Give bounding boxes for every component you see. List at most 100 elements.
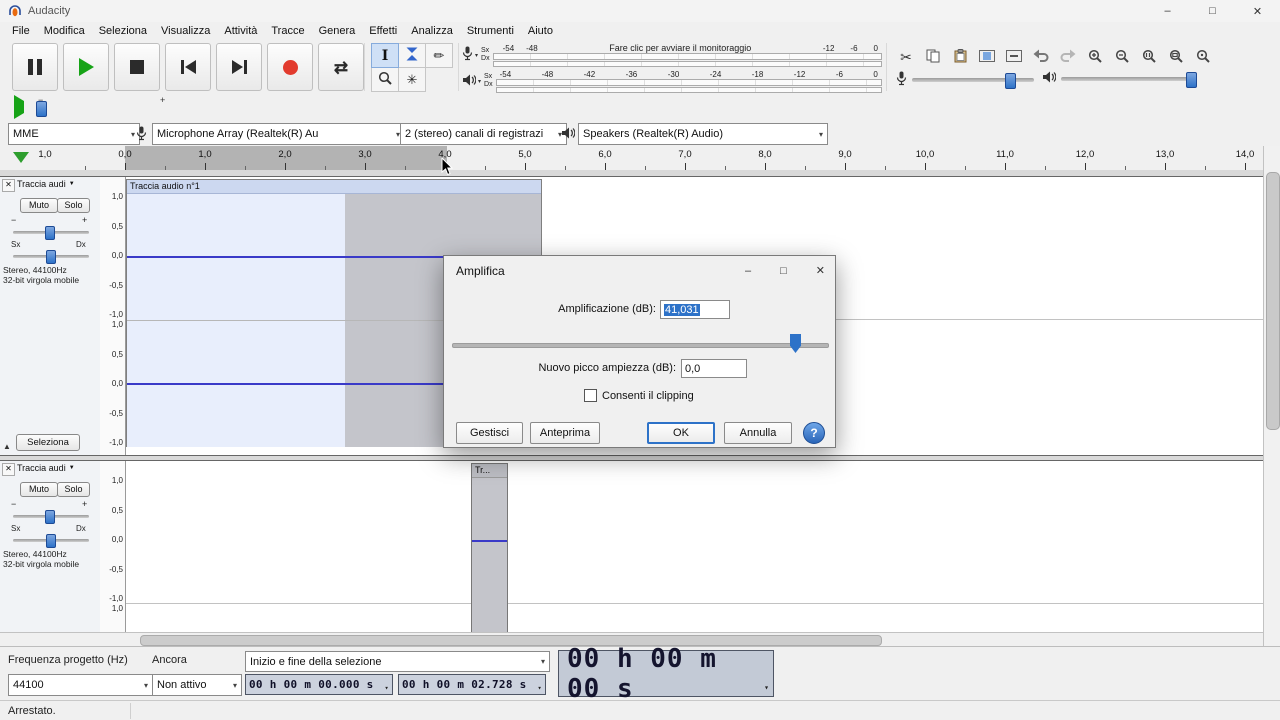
menu-item[interactable]: Strumenti (460, 25, 521, 37)
close-button[interactable]: ✕ (1235, 0, 1280, 22)
menu-item[interactable]: Attività (217, 25, 264, 37)
slider-groove[interactable] (1061, 77, 1194, 81)
trim-outside-selection-button[interactable] (974, 45, 1000, 69)
track-2-name[interactable]: Traccia audi▼ (17, 463, 75, 473)
slider-groove[interactable] (912, 78, 1034, 82)
track-menu-arrow-icon[interactable]: ▼ (69, 181, 75, 187)
close-track-icon[interactable]: ✕ (2, 179, 15, 192)
clip-title[interactable]: Traccia audio n°1 (127, 180, 541, 194)
close-track-icon[interactable]: ✕ (2, 463, 15, 476)
zoom-fit-project-button[interactable] (1163, 45, 1189, 69)
chevron-down-icon[interactable]: ▾ (537, 684, 542, 694)
menu-item[interactable]: Genera (312, 25, 363, 37)
project-rate-select[interactable]: 44100▾ (8, 674, 153, 696)
selection-end-value[interactable]: 00 h 00 m 02.728 s (402, 678, 527, 691)
zoom-in-button[interactable] (1082, 45, 1108, 69)
recording-device-select[interactable]: Microphone Array (Realtek(R) Au▾ (152, 123, 405, 145)
playback-device-select[interactable]: Speakers (Realtek(R) Audio)▾ (578, 123, 828, 145)
solo-button[interactable]: Solo (57, 198, 90, 213)
audio-position-value[interactable]: 00 h 00 m 00 s (567, 644, 765, 704)
selection-end-field[interactable]: 00 h 00 m 02.728 s ▾ (398, 674, 546, 695)
gain-slider[interactable] (13, 226, 89, 238)
track-1-vertical-ruler[interactable]: 1,00,50,0-0,5-1,0 1,00,50,0-0,5-1,0 (100, 177, 126, 455)
silence-selection-button[interactable] (1001, 45, 1027, 69)
selection-start-value[interactable]: 00 h 00 m 00.000 s (249, 678, 374, 691)
monitor-message[interactable]: Fare clic per avviare il monitoraggio (538, 43, 823, 53)
slider-thumb[interactable] (36, 101, 47, 117)
slider-thumb[interactable] (790, 334, 801, 353)
cut-button[interactable]: ✂ (893, 45, 919, 69)
audio-clip-2[interactable]: Tr... (471, 463, 508, 632)
dialog-maximize-button[interactable]: □ (780, 265, 787, 277)
snap-select[interactable]: Non attivo▾ (152, 674, 242, 696)
manage-button[interactable]: Gestisci (456, 422, 523, 444)
dialog-close-button[interactable]: ✕ (816, 264, 825, 277)
track-1-control-panel[interactable]: ✕ Traccia audi▼ Muto Solo − + Sx Dx Ster… (0, 177, 101, 455)
selection-range-mode-select[interactable]: Inizio e fine della selezione▾ (245, 651, 550, 672)
preview-button[interactable]: Anteprima (530, 422, 600, 444)
audio-track-2[interactable]: ✕ Traccia audi▼ Muto Solo − + Sx Dx Ster… (0, 460, 1263, 632)
menu-item[interactable]: Analizza (404, 25, 460, 37)
track-menu-arrow-icon[interactable]: ▼ (69, 465, 75, 471)
audio-host-select[interactable]: MME▾ (8, 123, 140, 145)
clip-title[interactable]: Tr... (472, 464, 507, 478)
zoom-toggle-button[interactable] (1190, 45, 1216, 69)
menu-item[interactable]: Tracce (264, 25, 311, 37)
help-button[interactable]: ? (803, 422, 825, 444)
chevron-down-icon[interactable]: ▾ (764, 683, 770, 694)
stop-button[interactable] (114, 43, 160, 91)
redo-button[interactable] (1055, 45, 1081, 69)
play-button[interactable] (63, 43, 109, 91)
playback-meter[interactable]: ▾ SxDx -54-48-42-36-30-24-18-12-60 (462, 69, 882, 93)
undo-button[interactable] (1028, 45, 1054, 69)
audio-position-field[interactable]: 00 h 00 m 00 s▾ (558, 650, 774, 697)
track-1-name[interactable]: Traccia audi▼ (17, 179, 75, 189)
selection-start-field[interactable]: 00 h 00 m 00.000 s ▾ (245, 674, 393, 695)
slider-thumb[interactable] (46, 250, 56, 264)
pan-slider[interactable] (13, 534, 89, 546)
timeline-ruler[interactable]: 1,0 0,01,02,03,04,05,06,07,08,09,010,011… (0, 146, 1263, 171)
chevron-down-icon[interactable]: ▾ (384, 684, 389, 694)
checkbox-icon[interactable] (584, 389, 597, 402)
menu-item[interactable]: File (5, 25, 37, 37)
mute-button[interactable]: Muto (20, 482, 58, 497)
selection-tool-button[interactable]: I (371, 43, 399, 68)
amplification-slider[interactable] (452, 334, 829, 354)
solo-button[interactable]: Solo (57, 482, 90, 497)
meter-dropdown-arrow[interactable]: ▾ (475, 52, 478, 59)
vertical-scrollbar-thumb[interactable] (1266, 172, 1280, 430)
cancel-button[interactable]: Annulla (724, 422, 792, 444)
vertical-scrollbar[interactable] (1263, 146, 1280, 646)
record-button[interactable] (267, 43, 313, 91)
menu-item[interactable]: Seleziona (92, 25, 154, 37)
slider-groove[interactable] (452, 343, 829, 348)
loop-button[interactable]: ⇄ (318, 43, 364, 91)
meter-dropdown-arrow[interactable]: ▾ (478, 78, 481, 85)
timeline-quickplay-pin-icon[interactable] (13, 152, 29, 163)
zoom-tool-button[interactable] (371, 67, 399, 92)
track-2-vertical-ruler[interactable]: 1,00,50,0-0,5-1,0 1,00,50,0-0,5-1,0 (100, 461, 126, 632)
slider-thumb[interactable] (1005, 73, 1016, 89)
menu-item[interactable]: Modifica (37, 25, 92, 37)
envelope-tool-button[interactable] (398, 43, 426, 68)
zoom-selection-button[interactable] (1136, 45, 1162, 69)
slider-thumb[interactable] (46, 534, 56, 548)
minimize-button[interactable]: – (1145, 0, 1190, 22)
copy-button[interactable] (920, 45, 946, 69)
horizontal-scrollbar-thumb[interactable] (140, 635, 882, 646)
slider-thumb[interactable] (1186, 72, 1197, 88)
playback-volume-slider[interactable] (1042, 71, 1194, 86)
amplify-dialog[interactable]: Amplifica – □ ✕ Amplificazione (dB): 41,… (443, 255, 836, 448)
amplification-value[interactable]: 41,031 (664, 304, 700, 316)
multi-tool-button[interactable]: ✳ (398, 67, 426, 92)
dialog-minimize-button[interactable]: – (745, 265, 751, 277)
recording-channels-select[interactable]: 2 (stereo) canali di registrazi▾ (400, 123, 567, 145)
ok-button[interactable]: OK (647, 422, 715, 444)
menu-item[interactable]: Visualizza (154, 25, 217, 37)
draw-tool-button[interactable]: ✏ (425, 43, 453, 68)
amplification-input[interactable]: 41,031 (660, 300, 730, 319)
recording-volume-slider[interactable] (896, 71, 1034, 89)
allow-clipping-checkbox[interactable]: Consenti il clipping (584, 389, 694, 402)
menu-item[interactable]: Effetti (362, 25, 404, 37)
skip-to-start-button[interactable] (165, 43, 211, 91)
